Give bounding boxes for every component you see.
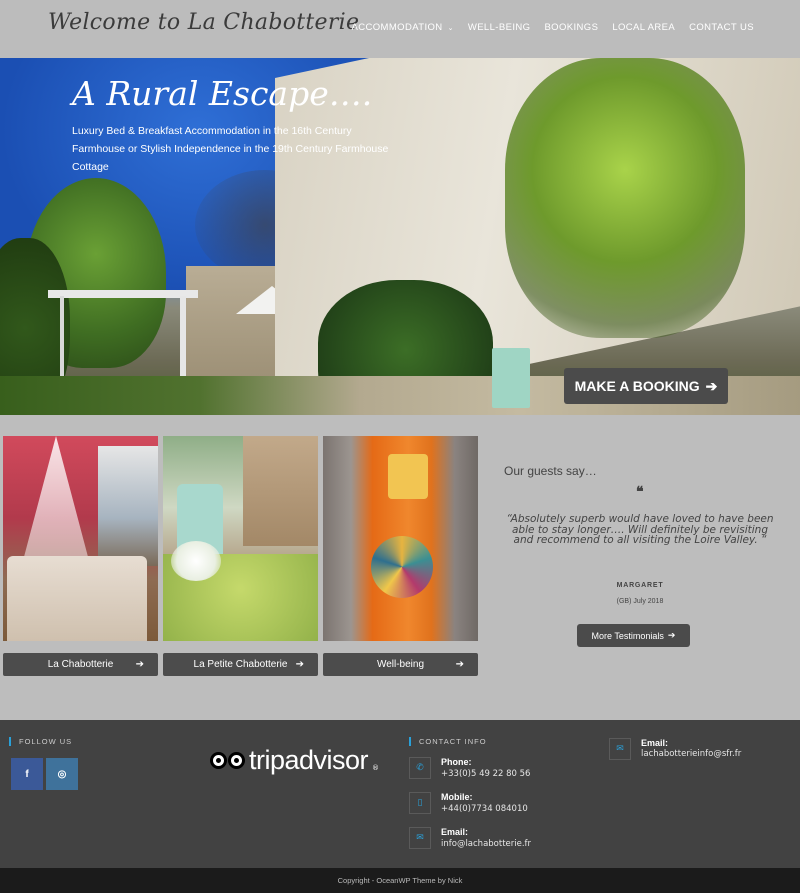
hero-subtitle: Luxury Bed & Breakfast Accommodation in …: [72, 125, 389, 173]
testimonial-date: (GB) July 2018: [616, 598, 664, 605]
arrow-right-icon: ➔: [455, 659, 464, 670]
nav-local-area-label: LOCAL AREA: [612, 22, 676, 33]
room-card-la-chabotterie: La Chabotterie ➔: [3, 436, 158, 676]
nav-well-being[interactable]: WELL-BEING: [468, 22, 531, 33]
tripadvisor-wordmark: tripadvisor: [249, 745, 369, 775]
arrow-right-icon: ➔: [295, 659, 304, 670]
email-value[interactable]: info@lachabotterie.fr: [441, 839, 531, 849]
email-label: Email:: [441, 827, 469, 837]
tripadvisor-owl-icon: [210, 752, 245, 769]
follow-us-heading: FOLLOW US: [9, 737, 72, 746]
flowers: [171, 541, 221, 581]
hero-bench: [492, 348, 530, 408]
arrow-right-icon: ➔: [135, 659, 144, 670]
facebook-icon[interactable]: f: [11, 758, 43, 790]
arrow-right-icon: ➔: [705, 377, 718, 394]
testimonial-quote: “Absolutely superb would have loved to h…: [506, 513, 774, 546]
la-chabotterie-button[interactable]: La Chabotterie ➔: [3, 653, 158, 676]
make-booking-button[interactable]: MAKE A BOOKING ➔: [564, 368, 728, 404]
room-card-la-petite-chabotterie: La Petite Chabotterie ➔: [163, 436, 318, 676]
email2-value[interactable]: lachabotterieinfo@sfr.fr: [641, 749, 741, 759]
copyright-text: Copyright - OceanWP Theme by Nick: [337, 876, 463, 885]
quote-icon: ❝: [636, 484, 644, 500]
bedroom-background: [98, 446, 158, 566]
more-testimonials-label: More Testimonials: [591, 630, 664, 641]
nav-contact-us[interactable]: CONTACT US: [689, 22, 754, 33]
make-booking-label: MAKE A BOOKING: [574, 378, 700, 394]
nav-bookings-label: BOOKINGS: [544, 22, 599, 33]
copyright-bar: Copyright - OceanWP Theme by Nick: [0, 868, 800, 893]
hero-pergola: [48, 290, 198, 298]
instagram-glyph: ◎: [57, 768, 67, 780]
contact-info-heading: CONTACT INFO: [409, 737, 487, 746]
hero-title: A Rural Escape….: [72, 74, 373, 113]
la-chabotterie-photo[interactable]: [3, 436, 158, 641]
nav-contact-us-label: CONTACT US: [689, 22, 754, 33]
nav-local-area[interactable]: LOCAL AREA: [612, 22, 675, 33]
nav-accommodation-label: ACCOMMODATION: [351, 22, 443, 33]
testimonials-title: Our guests say…: [504, 464, 597, 478]
nav-well-being-label: WELL-BEING: [467, 22, 531, 33]
la-petite-chabotterie-photo[interactable]: [163, 436, 318, 641]
pillow: [388, 454, 428, 499]
owl-eye-left: [210, 752, 227, 769]
email2-label: Email:: [641, 738, 669, 748]
room-card-well-being: Well-being ➔: [323, 436, 478, 676]
la-petite-chabotterie-button[interactable]: La Petite Chabotterie ➔: [163, 653, 318, 676]
hero-vine: [505, 58, 745, 338]
envelope-icon: ✉: [609, 738, 631, 760]
main-nav: ACCOMMODATION ⌄ WELL-BEING BOOKINGS LOCA…: [352, 22, 755, 33]
phone-icon: ✆: [409, 757, 431, 779]
well-being-photo[interactable]: [323, 436, 478, 641]
mobile-value[interactable]: +44(0)7734 084010: [441, 804, 528, 814]
hero-banner: A Rural Escape…. Luxury Bed & Breakfast …: [0, 58, 800, 415]
tripadvisor-logo[interactable]: tripadvisor ®: [210, 745, 379, 776]
well-being-button[interactable]: Well-being ➔: [323, 653, 478, 676]
facebook-glyph: f: [25, 768, 29, 780]
nav-accommodation[interactable]: ACCOMMODATION ⌄: [352, 22, 454, 33]
nav-bookings[interactable]: BOOKINGS: [544, 22, 598, 33]
tripadvisor-registered: ®: [372, 764, 380, 772]
mobile-label: Mobile:: [441, 792, 473, 802]
bed: [7, 556, 147, 641]
site-footer: [0, 720, 800, 868]
site-logo[interactable]: Welcome to La Chabotterie: [48, 10, 359, 35]
kitchen-shelf: [243, 436, 318, 546]
arrow-right-icon: ➔: [667, 630, 676, 640]
testimonial-author: MARGARET: [616, 582, 664, 589]
site-header: Welcome to La Chabotterie ACCOMMODATION …: [0, 0, 800, 58]
more-testimonials-button[interactable]: More Testimonials ➔: [577, 624, 690, 647]
meditation-cushion: [371, 536, 433, 598]
phone-label: Phone:: [441, 757, 472, 767]
instagram-icon[interactable]: ◎: [46, 758, 78, 790]
owl-eye-right: [228, 752, 245, 769]
envelope-icon: ✉: [409, 827, 431, 849]
chevron-down-icon: ⌄: [447, 24, 454, 32]
phone-value[interactable]: +33(0)5 49 22 80 56: [441, 769, 530, 779]
mobile-icon: ▯: [409, 792, 431, 814]
